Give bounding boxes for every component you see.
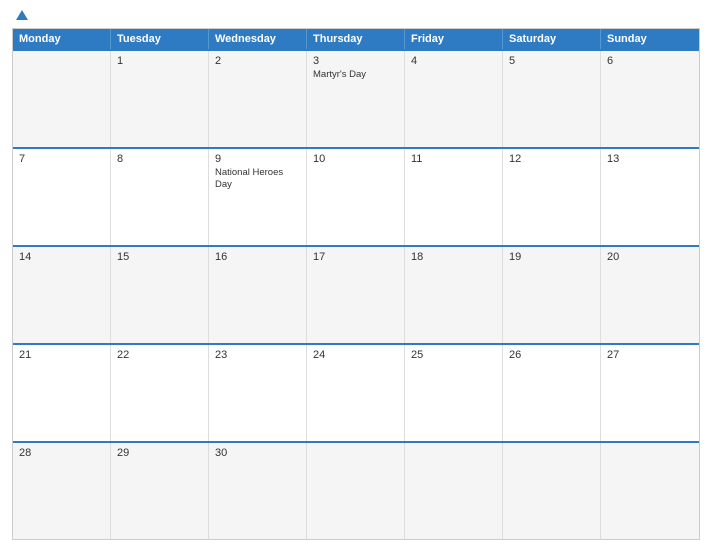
calendar-cell: 29	[111, 443, 209, 539]
day-number: 29	[117, 447, 202, 459]
week-row-4: 21 22 23 24 25 26 27	[13, 343, 699, 441]
calendar-cell: 18	[405, 247, 503, 343]
calendar-cell: 17	[307, 247, 405, 343]
event-label: National Heroes Day	[215, 167, 300, 192]
day-number: 4	[411, 55, 496, 67]
day-number: 11	[411, 153, 496, 165]
calendar-body: 123Martyr's Day456789National Heroes Day…	[13, 49, 699, 539]
week-row-2: 7 8 9 National Heroes Day 10 11 12 13	[13, 147, 699, 245]
calendar-cell: 12	[503, 149, 601, 245]
day-number: 3	[313, 55, 398, 67]
calendar-cell: 14	[13, 247, 111, 343]
day-number: 17	[313, 251, 398, 263]
day-number: 8	[117, 153, 202, 165]
calendar-cell: 20	[601, 247, 699, 343]
day-number: 12	[509, 153, 594, 165]
day-number: 28	[19, 447, 104, 459]
day-number: 18	[411, 251, 496, 263]
day-of-week-saturday: Saturday	[503, 29, 601, 49]
calendar-cell	[405, 443, 503, 539]
page: MondayTuesdayWednesdayThursdayFridaySatu…	[0, 0, 712, 550]
calendar-cell: 30	[209, 443, 307, 539]
day-number: 25	[411, 349, 496, 361]
calendar-cell: 8	[111, 149, 209, 245]
logo	[16, 10, 30, 20]
calendar-cell: 5	[503, 51, 601, 147]
day-of-week-friday: Friday	[405, 29, 503, 49]
day-number: 30	[215, 447, 300, 459]
calendar-cell	[503, 443, 601, 539]
calendar-cell: 19	[503, 247, 601, 343]
calendar-cell: 15	[111, 247, 209, 343]
day-number: 14	[19, 251, 104, 263]
calendar-cell: 3 Martyr's Day	[307, 51, 405, 147]
calendar-cell: 27	[601, 345, 699, 441]
day-number: 5	[509, 55, 594, 67]
day-number: 9	[215, 153, 300, 165]
calendar-cell: 1	[111, 51, 209, 147]
day-number: 7	[19, 153, 104, 165]
day-number: 27	[607, 349, 693, 361]
day-of-week-thursday: Thursday	[307, 29, 405, 49]
day-number: 1	[117, 55, 202, 67]
calendar-cell: 16	[209, 247, 307, 343]
week-row-1: 1 2 3 Martyr's Day 4 5 6	[13, 49, 699, 147]
week-row-5: 28 29 30	[13, 441, 699, 539]
calendar-cell: 24	[307, 345, 405, 441]
day-number: 26	[509, 349, 594, 361]
day-number: 21	[19, 349, 104, 361]
day-number: 20	[607, 251, 693, 263]
calendar-cell: 22	[111, 345, 209, 441]
day-number: 2	[215, 55, 300, 67]
day-number: 23	[215, 349, 300, 361]
day-number: 19	[509, 251, 594, 263]
calendar-cell: 13	[601, 149, 699, 245]
calendar-cell: 28	[13, 443, 111, 539]
day-number: 6	[607, 55, 693, 67]
header	[12, 10, 700, 20]
calendar-cell	[601, 443, 699, 539]
calendar-cell: 26	[503, 345, 601, 441]
calendar-cell: 4	[405, 51, 503, 147]
logo-triangle-icon	[16, 10, 28, 20]
calendar-header: MondayTuesdayWednesdayThursdayFridaySatu…	[13, 29, 699, 49]
day-number: 22	[117, 349, 202, 361]
calendar-cell: 7	[13, 149, 111, 245]
calendar-cell: 11	[405, 149, 503, 245]
calendar-cell: 21	[13, 345, 111, 441]
day-of-week-sunday: Sunday	[601, 29, 699, 49]
calendar: MondayTuesdayWednesdayThursdayFridaySatu…	[12, 28, 700, 540]
day-of-week-monday: Monday	[13, 29, 111, 49]
day-of-week-tuesday: Tuesday	[111, 29, 209, 49]
day-number: 24	[313, 349, 398, 361]
day-number: 16	[215, 251, 300, 263]
day-of-week-wednesday: Wednesday	[209, 29, 307, 49]
day-number: 13	[607, 153, 693, 165]
calendar-cell	[13, 51, 111, 147]
week-row-3: 14 15 16 17 18 19 20	[13, 245, 699, 343]
calendar-cell	[307, 443, 405, 539]
event-label: Martyr's Day	[313, 69, 398, 81]
calendar-cell: 6	[601, 51, 699, 147]
calendar-cell: 2	[209, 51, 307, 147]
calendar-cell: 9 National Heroes Day	[209, 149, 307, 245]
day-number: 15	[117, 251, 202, 263]
calendar-cell: 10	[307, 149, 405, 245]
day-number: 10	[313, 153, 398, 165]
calendar-cell: 23	[209, 345, 307, 441]
logo-blue-text	[16, 10, 30, 20]
calendar-cell: 25	[405, 345, 503, 441]
